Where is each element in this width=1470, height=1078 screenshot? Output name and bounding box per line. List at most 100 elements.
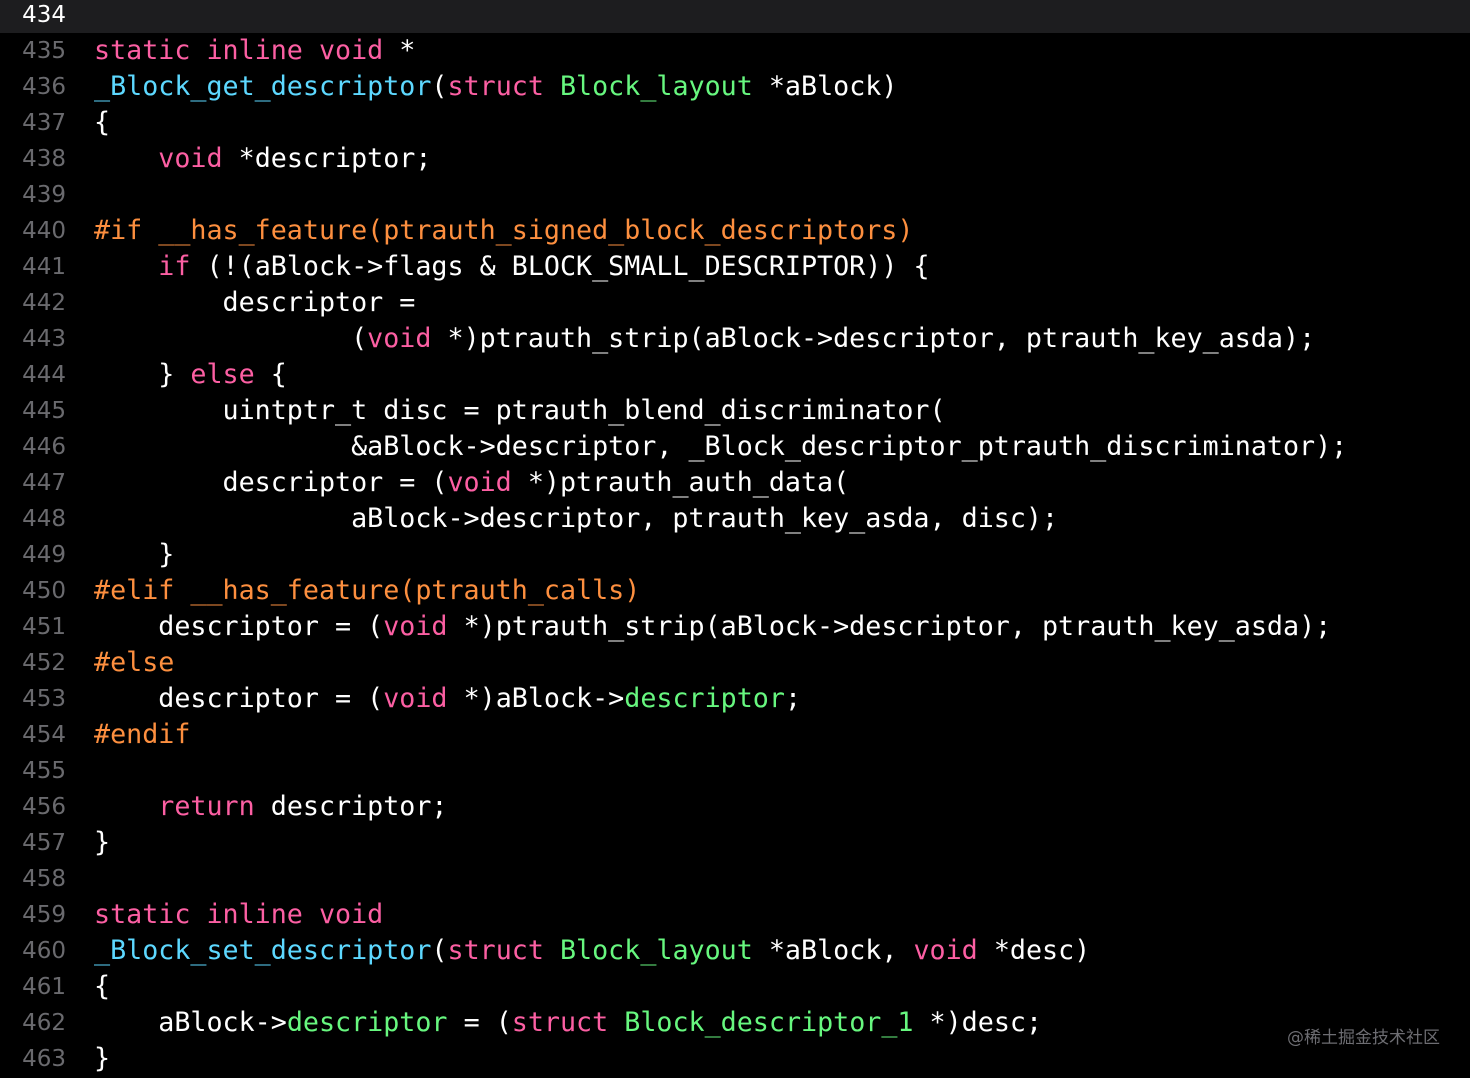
- code-text: descriptor = (void *)aBlock->descriptor;: [94, 681, 801, 717]
- code-token: descriptor = (: [94, 611, 384, 642]
- code-text: {: [94, 105, 110, 141]
- code-text: if (!(aBlock->flags & BLOCK_SMALL_DESCRI…: [94, 249, 930, 285]
- code-line[interactable]: 458: [0, 861, 1470, 897]
- code-token: *descriptor;: [222, 143, 432, 174]
- code-token: #endif: [94, 719, 191, 750]
- code-text: uintptr_t disc = ptrauth_blend_discrimin…: [94, 393, 946, 429]
- code-token: struct: [447, 71, 544, 102]
- code-line[interactable]: 441 if (!(aBlock->flags & BLOCK_SMALL_DE…: [0, 249, 1470, 285]
- code-line[interactable]: 442 descriptor =: [0, 285, 1470, 321]
- code-line[interactable]: 440 #if __has_feature(ptrauth_signed_bloc…: [0, 213, 1470, 249]
- code-line[interactable]: 446 &aBlock->descriptor, _Block_descript…: [0, 429, 1470, 465]
- code-token: _Block_set_descriptor: [94, 935, 432, 966]
- code-line[interactable]: 436 _Block_get_descriptor(struct Block_la…: [0, 69, 1470, 105]
- line-number: 447: [22, 470, 66, 496]
- line-number: 456: [22, 794, 66, 820]
- code-line[interactable]: 451 descriptor = (void *)ptrauth_strip(a…: [0, 609, 1470, 645]
- line-number: 439: [22, 182, 66, 208]
- code-token: {: [94, 107, 111, 138]
- code-text: (void *)ptrauth_strip(aBlock->descriptor…: [94, 321, 1315, 357]
- line-number: 450: [22, 578, 66, 604]
- code-text: void *descriptor;: [94, 141, 431, 177]
- code-text: } else {: [94, 357, 287, 393]
- code-token: (!(aBlock->flags & BLOCK_SMALL_DESCRIPTO…: [190, 251, 930, 282]
- code-line[interactable]: 461 {: [0, 969, 1470, 1005]
- code-token: descriptor = (: [94, 683, 384, 714]
- code-token: *)desc;: [913, 1007, 1043, 1038]
- code-line[interactable]: 443 (void *)ptrauth_strip(aBlock->descri…: [0, 321, 1470, 357]
- code-line[interactable]: 435 static inline void *: [0, 33, 1470, 69]
- code-token: struct: [511, 1007, 609, 1038]
- code-token: &aBlock->descriptor, _Block_descriptor_p…: [94, 431, 1348, 462]
- code-line[interactable]: 456 return descriptor;: [0, 789, 1470, 825]
- line-number: 446: [22, 434, 66, 460]
- code-token: *aBlock): [752, 71, 898, 102]
- code-line[interactable]: 439: [0, 177, 1470, 213]
- code-text: _Block_get_descriptor(struct Block_layou…: [94, 69, 897, 105]
- code-token: {: [94, 971, 111, 1002]
- code-token: descriptor =: [94, 287, 416, 318]
- line-number: 435: [22, 38, 66, 64]
- line-number: 455: [22, 758, 66, 784]
- code-token: #elif __has_feature(ptrauth_calls): [94, 575, 641, 606]
- line-number: 462: [22, 1010, 66, 1036]
- code-line[interactable]: 460 _Block_set_descriptor(struct Block_la…: [0, 933, 1470, 969]
- code-token: #if __has_feature(ptrauth_signed_block_d…: [94, 215, 914, 246]
- code-line[interactable]: 450 #elif __has_feature(ptrauth_calls): [0, 573, 1470, 609]
- code-token: }: [94, 827, 111, 858]
- code-line[interactable]: 457}: [0, 825, 1470, 861]
- code-line[interactable]: 452 #else: [0, 645, 1470, 681]
- line-number: 444: [22, 362, 66, 388]
- code-editor[interactable]: 434 435 static inline void * 436 _Block_get_…: [0, 0, 1470, 1078]
- code-token: Block_layout: [559, 935, 753, 966]
- code-line[interactable]: 438 void *descriptor;: [0, 141, 1470, 177]
- line-number: 442: [22, 290, 66, 316]
- code-text: static inline void *: [94, 33, 415, 69]
- code-text: #elif __has_feature(ptrauth_calls): [94, 573, 640, 609]
- line-number: 445: [22, 398, 66, 424]
- code-text: #endif: [94, 717, 190, 753]
- code-line[interactable]: 454 #endif: [0, 717, 1470, 753]
- code-token: _Block_get_descriptor: [94, 71, 432, 102]
- line-number: 451: [22, 614, 66, 640]
- line-number: 440: [22, 218, 66, 244]
- line-number: 443: [22, 326, 66, 352]
- code-token: void: [383, 683, 448, 714]
- line-number: 458: [22, 866, 66, 892]
- code-token: *)ptrauth_strip(aBlock->descriptor, ptra…: [447, 611, 1332, 642]
- code-line[interactable]: 444 } else {: [0, 357, 1470, 393]
- code-token: else: [190, 359, 255, 390]
- code-text: descriptor = (void *)ptrauth_strip(aBloc…: [94, 609, 1331, 645]
- code-line[interactable]: 448 aBlock->descriptor, ptrauth_key_asda…: [0, 501, 1470, 537]
- code-line[interactable]: 437 {: [0, 105, 1470, 141]
- code-token: *)aBlock->: [447, 683, 625, 714]
- code-line[interactable]: 455: [0, 753, 1470, 789]
- code-line[interactable]: 459 static inline void: [0, 897, 1470, 933]
- code-token: return: [158, 791, 255, 822]
- code-token: *)ptrauth_auth_data(: [511, 467, 850, 498]
- code-token: static inline void: [94, 35, 384, 66]
- code-text: static inline void: [94, 897, 383, 933]
- code-token: void: [367, 323, 432, 354]
- code-token: = (: [447, 1007, 512, 1038]
- code-token: void: [158, 143, 223, 174]
- code-line[interactable]: 449 }: [0, 537, 1470, 573]
- code-token: (: [94, 323, 368, 354]
- line-number: 461: [22, 974, 66, 1000]
- code-token: }: [94, 539, 175, 570]
- code-line[interactable]: 453 descriptor = (void *)aBlock->descrip…: [0, 681, 1470, 717]
- line-number: 454: [22, 722, 66, 748]
- code-text: {: [94, 969, 110, 1005]
- code-line[interactable]: 462 aBlock->descriptor = (struct Block_d…: [0, 1005, 1470, 1041]
- code-token: uintptr_t disc = ptrauth_blend_discrimin…: [94, 395, 946, 426]
- line-number: 459: [22, 902, 66, 928]
- code-token: void: [447, 467, 512, 498]
- code-line[interactable]: 447 descriptor = (void *)ptrauth_auth_da…: [0, 465, 1470, 501]
- code-line[interactable]: 463}: [0, 1041, 1470, 1077]
- line-number: 436: [22, 74, 66, 100]
- line-number: 460: [22, 938, 66, 964]
- code-line[interactable]: 445 uintptr_t disc = ptrauth_blend_discr…: [0, 393, 1470, 429]
- current-code-line[interactable]: 434: [0, 0, 1470, 33]
